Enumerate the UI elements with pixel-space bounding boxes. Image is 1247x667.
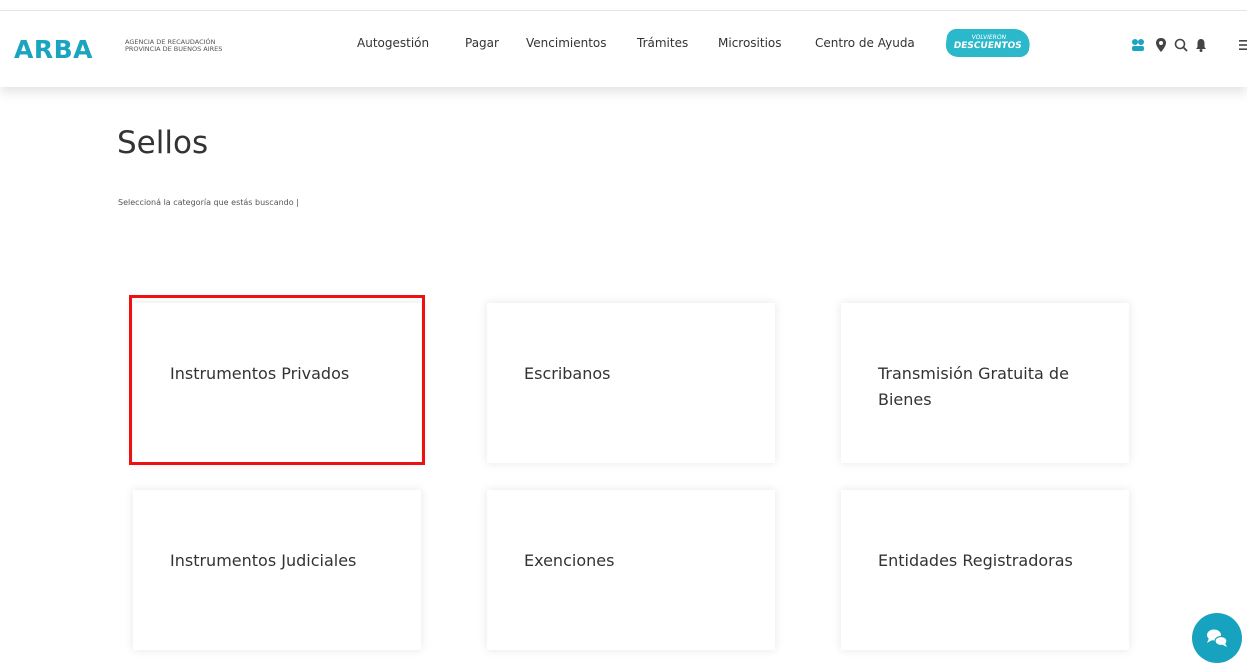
chat-bubbles-icon	[1207, 629, 1228, 647]
nav-autogestion[interactable]: Autogestión	[357, 36, 429, 50]
page-subtitle: Seleccioná la categoría que estás buscan…	[118, 198, 299, 207]
chat-button[interactable]	[1192, 613, 1242, 663]
card-label: Instrumentos Judiciales	[170, 551, 357, 570]
nav-tramites[interactable]: Trámites	[637, 36, 688, 50]
card-label: Entidades Registradoras	[878, 551, 1073, 570]
menu-icon[interactable]	[1236, 37, 1247, 53]
card-label: Escribanos	[524, 364, 611, 383]
promo-badge[interactable]: VOLVIERON DESCUENTOS	[944, 29, 1032, 57]
arba-logo[interactable]: ARBA	[14, 35, 93, 64]
card-exenciones[interactable]: Exenciones	[487, 490, 775, 650]
card-label: Instrumentos Privados	[170, 364, 350, 383]
card-instrumentos-privados[interactable]: Instrumentos Privados	[133, 303, 421, 463]
agency-line-2: PROVINCIA DE BUENOS AIRES	[125, 45, 223, 53]
site-header: ARBA AGENCIA DE RECAUDACIÓN PROVINCIA DE…	[0, 11, 1247, 87]
search-icon[interactable]	[1173, 37, 1189, 53]
nav-centro-de-ayuda[interactable]: Centro de Ayuda	[815, 36, 915, 50]
card-label: Transmisión Gratuita de Bienes	[878, 364, 1069, 409]
bell-icon[interactable]	[1193, 37, 1209, 53]
card-transmision-gratuita[interactable]: Transmisión Gratuita de Bienes	[841, 303, 1129, 463]
card-label: Exenciones	[524, 551, 615, 570]
accessibility-icon[interactable]	[1130, 37, 1146, 53]
nav-pagar[interactable]: Pagar	[465, 36, 499, 50]
location-pin-icon[interactable]	[1153, 37, 1169, 53]
card-escribanos[interactable]: Escribanos	[487, 303, 775, 463]
promo-line-2: DESCUENTOS	[952, 41, 1023, 51]
nav-vencimientos[interactable]: Vencimientos	[526, 36, 607, 50]
promo-line-1: VOLVIERON	[971, 34, 1007, 41]
page-title: Sellos	[117, 124, 209, 161]
card-entidades-registradoras[interactable]: Entidades Registradoras	[841, 490, 1129, 650]
agency-name: AGENCIA DE RECAUDACIÓN PROVINCIA DE BUEN…	[125, 39, 222, 53]
card-instrumentos-judiciales[interactable]: Instrumentos Judiciales	[133, 490, 421, 650]
nav-micrositios[interactable]: Micrositios	[718, 36, 782, 50]
